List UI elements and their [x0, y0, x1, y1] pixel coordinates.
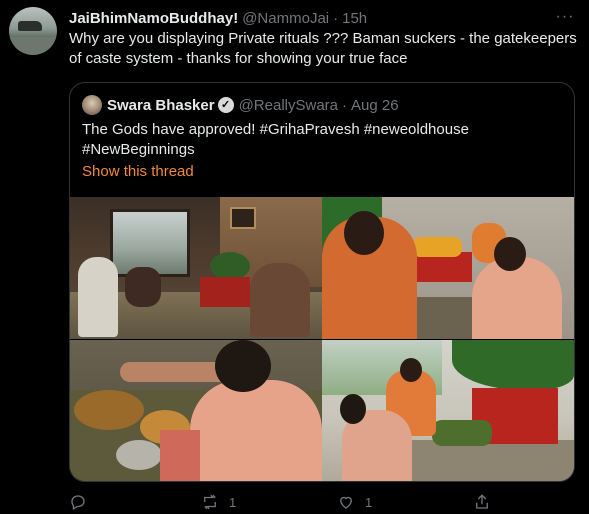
separator-dot: · [333, 9, 339, 27]
photo-2[interactable] [322, 197, 574, 339]
author-avatar[interactable] [9, 7, 57, 55]
reply-button[interactable] [69, 490, 97, 514]
quoted-time[interactable]: Aug 26 [351, 97, 399, 114]
like-count: 1 [365, 494, 373, 510]
avatar-car [18, 21, 42, 31]
author-name[interactable]: JaiBhimNamoBuddhay! [69, 10, 238, 27]
quoted-separator-dot: · [342, 96, 348, 114]
retweet-count: 1 [229, 494, 237, 510]
like-button[interactable]: 1 [337, 490, 372, 514]
action-bar: 1 1 [69, 490, 575, 514]
tweet-time[interactable]: 15h [342, 10, 367, 27]
like-icon [340, 496, 352, 509]
tweet-text: Why are you displaying Private rituals ?… [69, 30, 577, 67]
tweet: JaiBhimNamoBuddhay! @NammoJai · 15h ··· … [0, 0, 589, 514]
quoted-header: Swara Bhasker ✓ @ReallySwara · Aug 26 [82, 95, 399, 115]
retweet-icon [204, 494, 216, 510]
retweet-button[interactable]: 1 [201, 490, 236, 514]
author-handle[interactable]: @NammoJai [242, 10, 329, 27]
avatar-road [9, 37, 57, 55]
share-icon [476, 494, 488, 509]
quoted-author-name[interactable]: Swara Bhasker [107, 97, 215, 114]
photo-1[interactable] [70, 197, 322, 339]
photo-4[interactable] [322, 340, 574, 481]
quoted-text-line1: The Gods have approved! #GrihaPravesh #n… [82, 121, 469, 138]
tweet-header: JaiBhimNamoBuddhay! @NammoJai · 15h [69, 8, 367, 28]
share-button[interactable] [473, 490, 501, 514]
reply-icon [71, 495, 85, 510]
quoted-text: The Gods have approved! #GrihaPravesh #n… [82, 120, 562, 160]
show-thread-link[interactable]: Show this thread [82, 163, 194, 180]
more-icon[interactable]: ··· [553, 8, 577, 26]
photo-3[interactable] [70, 340, 322, 481]
quoted-avatar[interactable] [82, 95, 102, 115]
verified-icon: ✓ [217, 97, 234, 113]
quoted-text-line2: #NewBeginnings [82, 141, 195, 158]
photo-grid [70, 197, 574, 481]
quoted-tweet[interactable]: Swara Bhasker ✓ @ReallySwara · Aug 26 Th… [69, 82, 575, 482]
quoted-author-handle[interactable]: @ReallySwara [239, 97, 338, 114]
